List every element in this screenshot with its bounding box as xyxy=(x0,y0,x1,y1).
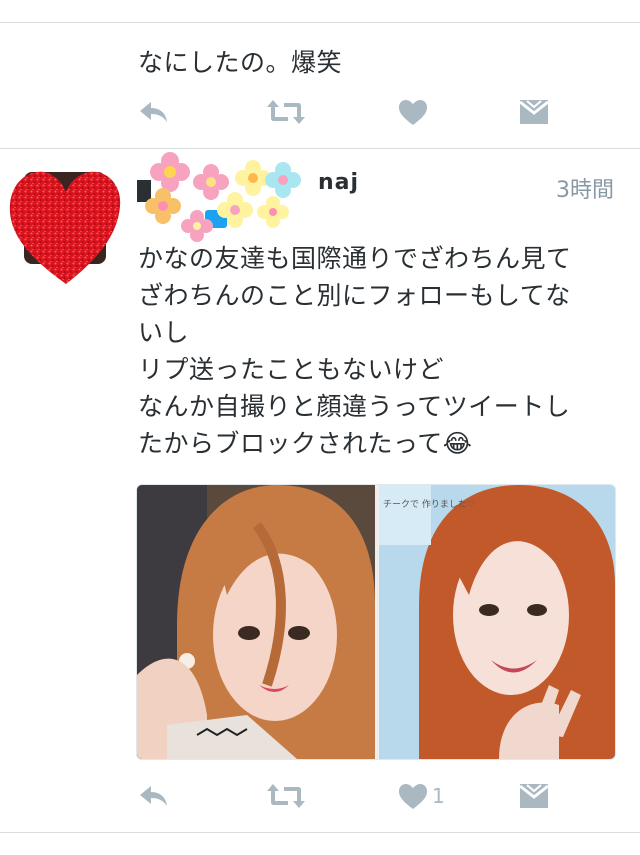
tweet-2-line: なんか自撮りと顔違うってツイートし xyxy=(138,392,571,421)
avatar[interactable] xyxy=(6,160,124,288)
top-separator xyxy=(0,22,640,23)
selfie-photo-icon xyxy=(137,485,375,759)
tweet-media[interactable]: チークで 作りました♡ xyxy=(136,484,616,760)
bottom-separator xyxy=(0,832,640,833)
like-count: 1 xyxy=(432,784,445,808)
tweet-2-line: いし xyxy=(138,318,190,347)
like-button[interactable] xyxy=(398,92,428,132)
tweet-2-line: リプ送ったこともないけど xyxy=(138,355,445,384)
retweet-icon xyxy=(267,100,305,124)
tweet-2-actions: 1 xyxy=(138,776,558,816)
tweet-1-text: なにしたの。爆笑 xyxy=(138,48,343,77)
reply-button[interactable] xyxy=(138,92,170,132)
retweet-button[interactable] xyxy=(266,92,306,132)
photo-right[interactable]: チークで 作りました♡ xyxy=(379,485,615,759)
reply-icon xyxy=(140,102,167,122)
tweet-time[interactable]: 3時間 xyxy=(556,172,614,204)
tweet-1-actions xyxy=(138,92,558,132)
flower-stickers-icon xyxy=(137,152,301,242)
magazine-photo-icon: チークで 作りました♡ xyxy=(379,485,615,759)
photo-caption: チークで 作りました♡ xyxy=(383,498,475,510)
tweet-2-line: ざわちんのこと別にフォローもしてな xyxy=(138,281,571,310)
like-button[interactable]: 1 xyxy=(398,776,445,816)
photo-left[interactable] xyxy=(137,485,375,759)
tweet-2-line: たからブロックされたって😂 xyxy=(138,429,473,458)
tweet-2-line: かなの友達も国際通りでざわちん見て xyxy=(138,244,572,273)
message-icon xyxy=(519,100,549,124)
tweet-2-text: かなの友達も国際通りでざわちん見て ざわちんのこと別にフォローもしてな いし リ… xyxy=(138,240,618,462)
username-text: naj xyxy=(318,170,360,195)
like-icon xyxy=(399,99,427,125)
message-button[interactable] xyxy=(518,92,550,132)
retweet-icon xyxy=(267,784,305,808)
tweet-separator xyxy=(0,148,640,149)
reply-icon xyxy=(140,786,167,806)
message-button[interactable] xyxy=(518,776,550,816)
like-icon xyxy=(399,783,427,809)
message-icon xyxy=(519,784,549,808)
heart-sticker-icon xyxy=(9,171,121,284)
reply-button[interactable] xyxy=(138,776,170,816)
retweet-button[interactable] xyxy=(266,776,306,816)
